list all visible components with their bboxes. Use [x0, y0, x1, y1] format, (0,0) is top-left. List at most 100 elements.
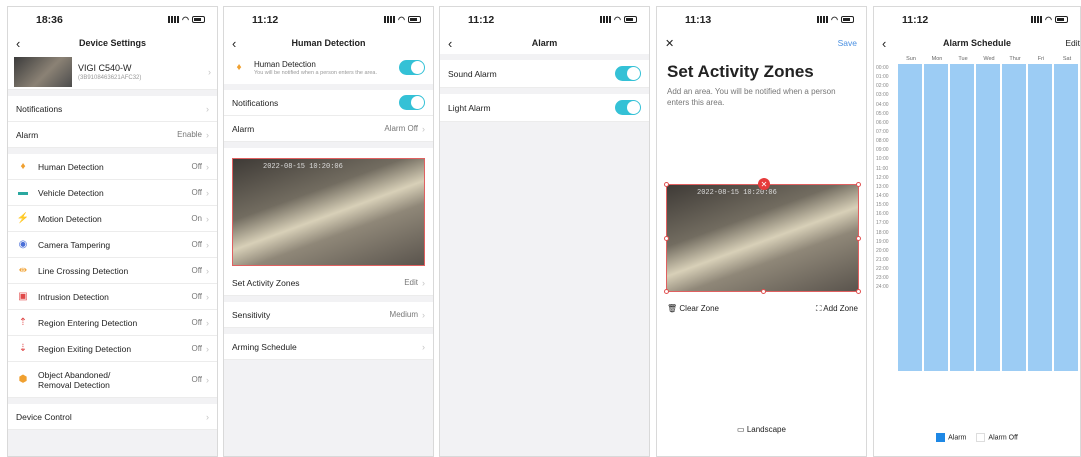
schedule-hour-label: 19:00	[876, 238, 889, 245]
detection-value: Off	[191, 188, 202, 197]
detection-value: Off	[191, 344, 202, 353]
person-icon: ♦	[236, 61, 242, 73]
sound-alarm-row: Sound Alarm	[440, 60, 649, 88]
status-time: 11:12	[468, 13, 495, 26]
legend-alarm-label: Alarm	[948, 434, 967, 442]
schedule-day-column[interactable]	[1028, 64, 1052, 371]
edit-button[interactable]: Edit	[1065, 38, 1080, 48]
landscape-button[interactable]: ▭ Landscape	[657, 425, 866, 434]
status-icons: ◠	[384, 15, 421, 24]
schedule-hours: 00:00 01:00 02:00 03:00 04:00 05:00 06:00 07:00…	[874, 64, 898, 371]
battery-icon	[408, 16, 421, 23]
save-button[interactable]: Save	[838, 38, 857, 48]
device-row[interactable]: VIGI C540-W (3B9108463621AFC32) ›	[8, 54, 217, 90]
resize-handle[interactable]	[664, 182, 669, 187]
intrusion-icon: ▣	[18, 291, 28, 302]
back-chevron-icon[interactable]: ‹	[448, 36, 452, 51]
human-detection-toggle[interactable]	[399, 60, 425, 75]
schedule-grid[interactable]: 00:00 01:00 02:00 03:00 04:00 05:00 06:00 07:00…	[874, 64, 1080, 371]
resize-handle[interactable]	[664, 236, 669, 241]
wifi-icon: ◠	[831, 15, 838, 24]
device-control-row[interactable]: Device Control ›	[8, 404, 217, 430]
add-zone-button[interactable]: ⛶ Add Zone	[816, 304, 858, 314]
resize-handle[interactable]	[761, 289, 766, 294]
schedule-hour-label: 23:00	[876, 275, 889, 282]
back-chevron-icon[interactable]: ‹	[16, 36, 20, 51]
detection-row-motion[interactable]: ⚡ Motion Detection On ›	[8, 206, 217, 232]
chevron-right-icon: ›	[206, 317, 209, 328]
sound-alarm-toggle[interactable]	[615, 66, 641, 81]
detection-label: Camera Tampering	[38, 239, 111, 250]
schedule-hour-label: 18:00	[876, 229, 889, 236]
detection-row-object[interactable]: ⬢ Object Abandoned/Removal Detection Off ›	[8, 362, 217, 398]
legend-alarm: Alarm	[936, 433, 966, 442]
chevron-right-icon: ›	[206, 343, 209, 354]
notifications-label: Notifications	[16, 103, 63, 114]
chevron-right-icon: ›	[206, 161, 209, 172]
zone-camera-preview[interactable]: 2022-08-15 10:20:06 ✕	[664, 178, 861, 294]
zones-description: Add an area. You will be notified when a…	[667, 87, 836, 107]
back-chevron-icon[interactable]: ‹	[232, 36, 236, 51]
chevron-right-icon: ›	[422, 309, 425, 320]
schedule-day-column[interactable]	[1002, 64, 1026, 371]
nav-bar: ‹ Alarm Schedule Edit	[874, 32, 1080, 54]
detection-value: Off	[191, 240, 202, 249]
sensitivity-row[interactable]: Sensitivity Medium ›	[224, 302, 433, 328]
delete-zone-icon[interactable]: ✕	[758, 178, 770, 190]
detection-row-human[interactable]: ♦ Human Detection Off ›	[8, 154, 217, 180]
notifications-row[interactable]: Notifications ›	[8, 96, 217, 122]
status-time: 18:36	[36, 13, 63, 26]
hd-title: Human Detection	[254, 60, 316, 69]
running-person-icon: ⚡	[16, 213, 30, 224]
resize-handle[interactable]	[856, 182, 861, 187]
activity-zones-row[interactable]: Set Activity Zones Edit ›	[224, 270, 433, 296]
legend-off: Alarm Off	[976, 433, 1018, 442]
device-thumbnail	[14, 56, 72, 87]
resize-handle[interactable]	[856, 236, 861, 241]
schedule-hour-label: 22:00	[876, 266, 889, 273]
detection-value: Off	[191, 375, 202, 384]
object-icon: ⬢	[18, 374, 28, 385]
close-icon[interactable]: ✕	[665, 37, 674, 50]
device-id: (3B9108463621AFC32)	[78, 74, 142, 81]
region-enter-icon: ⇡	[18, 317, 28, 328]
schedule-hour-label: 01:00	[876, 74, 889, 81]
sensitivity-label: Sensitivity	[232, 309, 271, 320]
detection-label: Intrusion Detection	[38, 291, 109, 302]
zone-actions: 🗑 Clear Zone ⛶ Add Zone	[667, 304, 858, 314]
back-chevron-icon[interactable]: ‹	[882, 36, 886, 51]
arming-schedule-row[interactable]: Arming Schedule ›	[224, 334, 433, 360]
detection-row-tampering[interactable]: ◉ Camera Tampering Off ›	[8, 232, 217, 258]
add-zone-label: Add Zone	[823, 304, 858, 313]
schedule-day-columns	[898, 64, 1078, 371]
detection-row-line-crossing[interactable]: ⇹ Line Crossing Detection Off ›	[8, 258, 217, 284]
detection-row-vehicle[interactable]: ▬ Vehicle Detection Off ›	[8, 180, 217, 206]
schedule-day-column[interactable]	[950, 64, 974, 371]
schedule-day-column[interactable]	[898, 64, 922, 371]
schedule-hour-label: 16:00	[876, 211, 889, 218]
notifications-toggle[interactable]	[399, 95, 425, 110]
resize-handle[interactable]	[856, 289, 861, 294]
schedule-day-column[interactable]	[976, 64, 1000, 371]
arming-label: Arming Schedule	[232, 341, 297, 352]
detection-value: Off	[191, 318, 202, 327]
alarm-row[interactable]: Alarm Enable ›	[8, 122, 217, 148]
resize-handle[interactable]	[664, 289, 669, 294]
detection-row-region-entering[interactable]: ⇡ Region Entering Detection Off ›	[8, 310, 217, 336]
schedule-hour-label: 09:00	[876, 147, 889, 154]
page-title: Alarm Schedule	[942, 38, 1012, 48]
chevron-right-icon: ›	[206, 374, 209, 385]
schedule-hour-label: 07:00	[876, 128, 889, 135]
detection-row-region-exiting[interactable]: ⇣ Region Exiting Detection Off ›	[8, 336, 217, 362]
chevron-right-icon: ›	[422, 341, 425, 352]
schedule-day-column[interactable]	[1054, 64, 1078, 371]
light-alarm-toggle[interactable]	[615, 100, 641, 115]
detection-row-intrusion[interactable]: ▣ Intrusion Detection Off ›	[8, 284, 217, 310]
alarm-row[interactable]: Alarm Alarm Off ›	[224, 116, 433, 142]
clear-zone-label: Clear Zone	[679, 304, 719, 313]
detection-value: Off	[191, 162, 202, 171]
schedule-hour-label: 10:00	[876, 156, 889, 163]
schedule-day-column[interactable]	[924, 64, 948, 371]
alarm-screen: 11:12 ◠ ‹ Alarm Sound Alarm Light Alarm	[439, 6, 650, 457]
clear-zone-button[interactable]: 🗑 Clear Zone	[667, 304, 719, 314]
